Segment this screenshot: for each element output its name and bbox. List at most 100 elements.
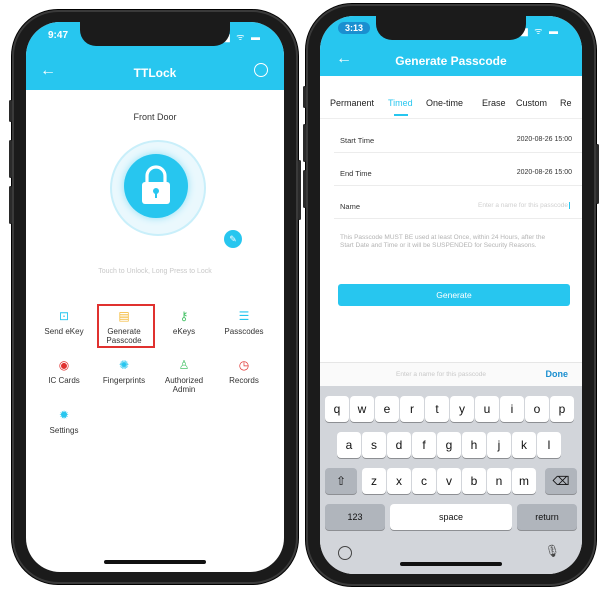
- end-time-value[interactable]: 2020-08-26 15:00: [517, 169, 572, 176]
- send-ekey-icon: ⊡: [58, 309, 70, 323]
- end-time-label: End Time: [340, 169, 372, 178]
- accessory-input[interactable]: Enter a name for this passcode: [396, 371, 486, 378]
- key-f[interactable]: f: [412, 432, 436, 458]
- divider: [334, 152, 582, 153]
- tab-permanent[interactable]: Permanent: [330, 98, 374, 108]
- key-t[interactable]: t: [425, 396, 449, 422]
- key-s[interactable]: s: [362, 432, 386, 458]
- unlock-button[interactable]: [124, 154, 188, 218]
- microphone-icon[interactable]: 🎙: [545, 544, 560, 558]
- fingerprints-button[interactable]: ✺ Fingerprints: [94, 358, 154, 385]
- key-u[interactable]: u: [475, 396, 499, 422]
- generate-passcode-highlight: [97, 304, 155, 348]
- grid-label: eKeys: [172, 327, 196, 336]
- unlock-hint: Touch to Unlock, Long Press to Lock: [98, 268, 212, 275]
- grid-label: Passcodes: [224, 327, 264, 336]
- key-e[interactable]: e: [375, 396, 399, 422]
- done-button[interactable]: Done: [546, 369, 569, 379]
- divider: [334, 185, 582, 186]
- admin-icon: ♙: [178, 358, 190, 372]
- grid-label: Fingerprints: [102, 376, 146, 385]
- right-phone-frame: 3:13 ▂▄▆ ᯤ ▬ ← Generate Passcode Permane…: [303, 4, 599, 586]
- name-label: Name: [340, 202, 361, 211]
- shift-key-icon[interactable]: ⇧: [325, 468, 357, 494]
- return-key[interactable]: return: [517, 504, 577, 530]
- nav-title: Generate Passcode: [395, 54, 507, 68]
- key-c[interactable]: c: [412, 468, 436, 494]
- volume-up-button: [9, 140, 12, 178]
- key-r[interactable]: r: [400, 396, 424, 422]
- key-b[interactable]: b: [462, 468, 486, 494]
- start-time-label: Start Time: [340, 136, 375, 145]
- grid-label: Authorized Admin: [164, 376, 204, 394]
- mute-switch: [9, 100, 12, 122]
- volume-up-button: [303, 124, 306, 162]
- space-key[interactable]: space: [390, 504, 512, 530]
- remote-button[interactable]: ✎: [224, 230, 242, 248]
- keyboard-accessory-bar: Enter a name for this passcode Done: [320, 362, 582, 387]
- ekeys-button[interactable]: ⚷ eKeys: [154, 309, 214, 336]
- key-q[interactable]: q: [325, 396, 349, 422]
- name-input[interactable]: Enter a name for this passcode: [478, 202, 570, 209]
- nav-title: TTLock: [133, 66, 177, 80]
- volume-down-button: [303, 170, 306, 208]
- key-x[interactable]: x: [387, 468, 411, 494]
- left-phone-frame: 9:47 ▂▄▆ ᯤ ▬ ← TTLock Front Door ✎ Touch…: [9, 10, 301, 584]
- notch: [376, 16, 526, 40]
- key-k[interactable]: k: [512, 432, 536, 458]
- send-ekey-button[interactable]: ⊡ Send eKey: [34, 309, 94, 336]
- passcodes-icon: ☰: [238, 309, 250, 323]
- emoji-icon[interactable]: [338, 546, 352, 560]
- key-v[interactable]: v: [437, 468, 461, 494]
- lock-name: Front Door: [133, 112, 177, 122]
- key-h[interactable]: h: [462, 432, 486, 458]
- key-z[interactable]: z: [362, 468, 386, 494]
- power-button: [596, 144, 599, 204]
- tab-one-time[interactable]: One-time: [426, 98, 463, 108]
- key-n[interactable]: n: [487, 468, 511, 494]
- padlock-icon: [142, 165, 170, 204]
- key-p[interactable]: p: [550, 396, 574, 422]
- key-o[interactable]: o: [525, 396, 549, 422]
- divider: [334, 218, 582, 219]
- settings-icon: ✹: [58, 408, 70, 422]
- authorized-admin-button[interactable]: ♙ Authorized Admin: [154, 358, 214, 394]
- settings-button[interactable]: ✹ Settings: [34, 408, 94, 435]
- key-m[interactable]: m: [512, 468, 536, 494]
- passcodes-button[interactable]: ☰ Passcodes: [214, 309, 274, 336]
- numbers-key[interactable]: 123: [325, 504, 385, 530]
- grid-label: IC Cards: [48, 376, 80, 385]
- volume-down-button: [9, 186, 12, 224]
- ic-cards-button[interactable]: ◉ IC Cards: [34, 358, 94, 385]
- start-time-value[interactable]: 2020-08-26 15:00: [517, 136, 572, 143]
- key-l[interactable]: l: [537, 432, 561, 458]
- tab-recurring[interactable]: Re: [560, 98, 572, 108]
- tab-bar: Permanent Timed One-time Erase Custom Re: [320, 76, 582, 119]
- key-w[interactable]: w: [350, 396, 374, 422]
- generate-button[interactable]: Generate: [338, 284, 570, 306]
- power-button: [298, 160, 301, 220]
- tab-timed[interactable]: Timed: [388, 98, 413, 108]
- records-button[interactable]: ◷ Records: [214, 358, 274, 385]
- mute-switch: [303, 86, 306, 108]
- notch: [80, 22, 230, 46]
- grid-label: Records: [229, 376, 259, 385]
- home-indicator: [104, 560, 206, 564]
- ic-card-icon: ◉: [58, 358, 70, 372]
- backspace-key-icon[interactable]: ⌫: [545, 468, 577, 494]
- home-indicator: [400, 562, 502, 566]
- status-time: 9:47: [48, 30, 69, 41]
- ekeys-icon: ⚷: [179, 309, 189, 323]
- key-y[interactable]: y: [450, 396, 474, 422]
- tab-timed-underline: [394, 114, 408, 116]
- keyboard: q w e r t y u i o p a s d f g h j k l ⇧ …: [320, 386, 582, 574]
- gear-icon[interactable]: [254, 63, 268, 77]
- tab-erase[interactable]: Erase: [482, 98, 506, 108]
- key-a[interactable]: a: [337, 432, 361, 458]
- key-j[interactable]: j: [487, 432, 511, 458]
- key-d[interactable]: d: [387, 432, 411, 458]
- tab-custom[interactable]: Custom: [516, 98, 547, 108]
- notice-text: This Passcode MUST BE used at least Once…: [340, 234, 546, 249]
- key-i[interactable]: i: [500, 396, 524, 422]
- key-g[interactable]: g: [437, 432, 461, 458]
